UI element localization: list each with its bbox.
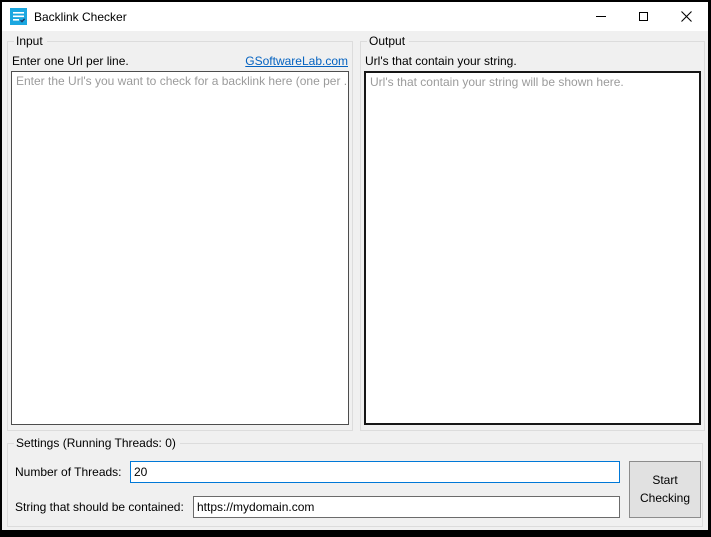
app-window-frame: Backlink Checker Input	[0, 0, 711, 537]
threads-input[interactable]	[130, 461, 620, 483]
minimize-button[interactable]	[579, 2, 622, 31]
threads-label: Number of Threads:	[15, 465, 122, 479]
output-group-label: Output	[367, 34, 409, 48]
output-textarea-wrap: Url's that contain your string will be s…	[364, 71, 701, 425]
contained-string-input[interactable]	[193, 496, 620, 518]
output-caption-row: Url's that contain your string.	[365, 54, 700, 68]
close-icon	[681, 11, 692, 22]
maximize-icon	[639, 12, 648, 21]
gsoftwarelab-link[interactable]: GSoftwareLab.com	[245, 54, 348, 68]
app-icon	[10, 8, 27, 25]
window-title: Backlink Checker	[34, 10, 127, 24]
settings-groupbox: Settings (Running Threads: 0) Number of …	[7, 443, 703, 527]
title-bar: Backlink Checker	[2, 2, 708, 31]
output-caption: Url's that contain your string.	[365, 54, 517, 68]
minimize-icon	[596, 16, 606, 17]
input-textarea-wrap: Enter the Url's you want to check for a …	[11, 71, 349, 425]
settings-group-label: Settings (Running Threads: 0)	[14, 436, 180, 450]
url-output-textarea[interactable]	[364, 71, 701, 425]
input-group-label: Input	[14, 34, 47, 48]
window-content: Input Enter one Url per line. GSoftwareL…	[2, 31, 708, 530]
contained-string-label: String that should be contained:	[15, 500, 184, 514]
url-input-textarea[interactable]	[11, 71, 349, 425]
window-controls	[579, 2, 708, 31]
input-caption: Enter one Url per line.	[12, 54, 129, 68]
backlink-checker-window: Backlink Checker Input	[2, 2, 708, 530]
maximize-button[interactable]	[622, 2, 665, 31]
close-button[interactable]	[665, 2, 708, 31]
start-checking-button[interactable]: Start Checking	[629, 461, 701, 518]
input-caption-row: Enter one Url per line. GSoftwareLab.com	[12, 54, 348, 68]
output-groupbox: Output Url's that contain your string. U…	[360, 41, 705, 431]
input-groupbox: Input Enter one Url per line. GSoftwareL…	[7, 41, 353, 431]
